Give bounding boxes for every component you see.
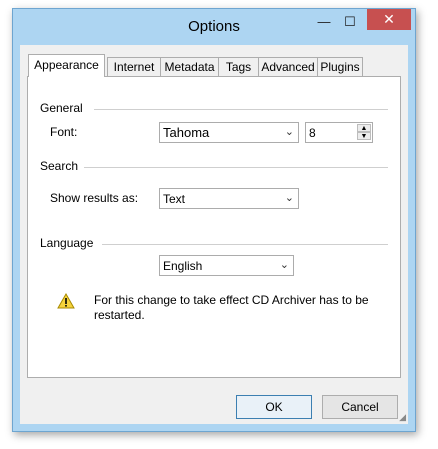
language-divider	[102, 244, 388, 245]
font-select[interactable]: Tahoma ⌄	[159, 122, 299, 143]
show-results-label: Show results as:	[50, 191, 139, 205]
tab-appearance[interactable]: Appearance	[28, 54, 105, 77]
cancel-button[interactable]: Cancel	[322, 395, 398, 419]
title-bar[interactable]: Options — ☐ ✕	[13, 9, 415, 45]
appearance-panel: General Font: Tahoma ⌄ 8 ▲ ▼ Search Show…	[27, 76, 401, 378]
dialog-client-area: Appearance Internet Metadata Tags Advanc…	[20, 45, 408, 424]
spinner-buttons: ▲ ▼	[357, 124, 371, 141]
tab-internet[interactable]: Internet	[107, 57, 161, 76]
spin-up-icon[interactable]: ▲	[357, 124, 371, 132]
language-select[interactable]: English ⌄	[159, 255, 294, 276]
ok-button[interactable]: OK	[236, 395, 312, 419]
font-select-value: Tahoma	[163, 125, 210, 140]
close-button[interactable]: ✕	[367, 9, 411, 30]
tab-tags[interactable]: Tags	[218, 57, 259, 76]
resize-grip-icon[interactable]: ◢	[399, 412, 406, 423]
minimize-button[interactable]: —	[311, 12, 337, 32]
tab-plugins[interactable]: Plugins	[317, 57, 363, 76]
font-label: Font:	[50, 125, 78, 139]
chevron-down-icon: ⌄	[279, 259, 289, 271]
general-heading: General	[40, 101, 83, 115]
tab-advanced[interactable]: Advanced	[258, 57, 318, 76]
chevron-down-icon: ⌄	[284, 126, 294, 138]
search-divider	[84, 167, 388, 168]
general-divider	[94, 109, 388, 110]
language-restart-note: For this change to take effect CD Archiv…	[94, 293, 369, 322]
show-results-select[interactable]: Text ⌄	[159, 188, 299, 209]
search-heading: Search	[40, 159, 79, 173]
tab-metadata[interactable]: Metadata	[160, 57, 219, 76]
show-results-value: Text	[163, 192, 186, 206]
language-heading: Language	[40, 236, 94, 250]
font-size-spinner[interactable]: 8 ▲ ▼	[305, 122, 373, 143]
chevron-down-icon: ⌄	[284, 192, 294, 204]
warning-icon	[57, 293, 75, 309]
options-dialog: Options — ☐ ✕ Appearance Internet Metada…	[12, 8, 416, 432]
maximize-button[interactable]: ☐	[337, 12, 363, 32]
language-value: English	[163, 259, 203, 273]
spin-down-icon[interactable]: ▼	[357, 132, 371, 140]
font-size-value: 8	[309, 126, 316, 140]
